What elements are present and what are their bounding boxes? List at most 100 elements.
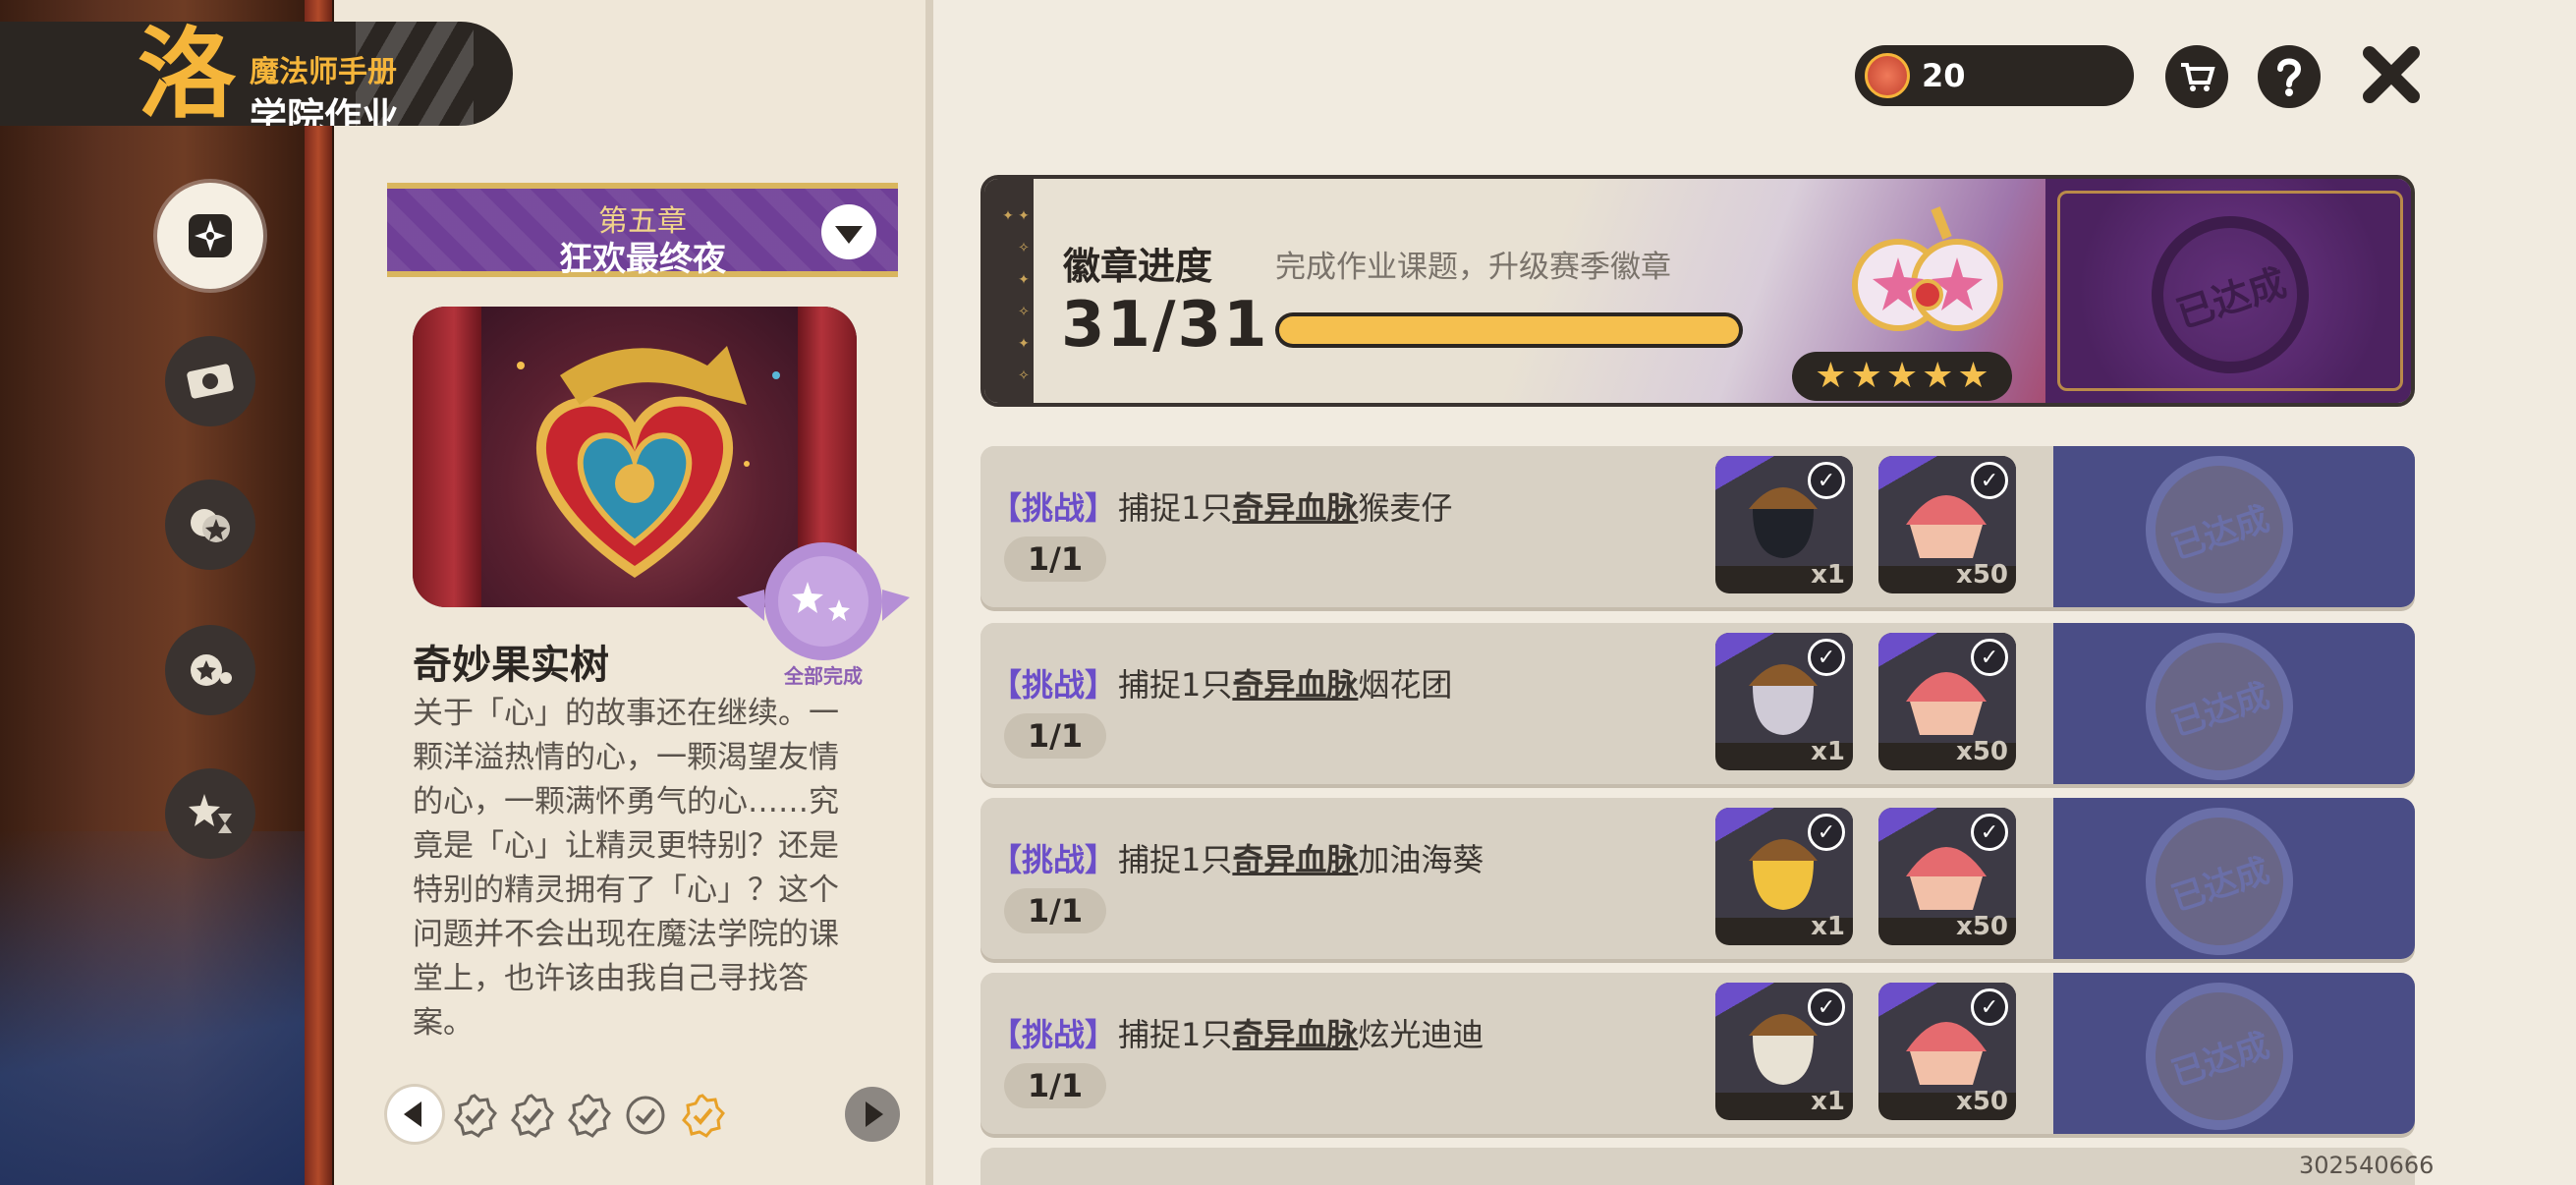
reward-item[interactable]: ✓ x50	[1878, 456, 2016, 593]
all-complete-seal: 全部完成	[735, 538, 912, 688]
page-dot-icon[interactable]	[452, 1093, 497, 1138]
skill-bubble-icon	[191, 654, 232, 686]
task-progress: 1/1	[1004, 536, 1106, 582]
next-page-button[interactable]	[845, 1087, 900, 1142]
reward-item[interactable]: ✓ x1	[1715, 456, 1853, 593]
star-hourglass-icon	[189, 794, 232, 833]
claimed-check-icon: ✓	[1808, 814, 1845, 851]
task-progress: 1/1	[1004, 888, 1106, 933]
reward-item[interactable]: ✓ x50	[1878, 983, 2016, 1120]
coin-icon	[1865, 53, 1910, 98]
chapter-selector[interactable]: 第五章 狂欢最终夜	[387, 183, 898, 279]
seal-badge-icon	[737, 542, 910, 660]
task-text: 捕捉1只奇异血脉加油海葵	[1118, 841, 1484, 878]
claimed-check-icon: ✓	[1971, 988, 2008, 1026]
sidebar-edge	[305, 0, 332, 1185]
badge-subtitle: 完成作业课题，升级赛季徽章	[1275, 250, 1671, 285]
page-dot-icon[interactable]	[509, 1093, 554, 1138]
claimed-check-icon: ✓	[1971, 462, 2008, 499]
reward-item[interactable]: ✓ x1	[1715, 808, 1853, 945]
shop-button[interactable]	[2165, 45, 2228, 108]
app-title-badge: 洛 魔法师手册 学院作业	[0, 22, 513, 126]
reward-item[interactable]: ✓ x50	[1878, 808, 2016, 945]
badge-reward-slot: 已达成	[2045, 179, 2411, 403]
cart-icon	[2181, 63, 2215, 91]
book-compass-icon	[189, 214, 232, 257]
badge-count: 31/31	[1061, 289, 1269, 362]
task-tag: 【挑战】	[990, 666, 1117, 704]
task-highlight: 奇异血脉	[1232, 489, 1359, 527]
item-description: 关于「心」的故事还在继续。一颗洋溢热情的心，一颗渴望友情的心，一颗满怀勇气的心……	[413, 696, 839, 1041]
reward-item[interactable]: ✓ x1	[1715, 633, 1853, 770]
reward-item[interactable]: ✓ x1	[1715, 983, 1853, 1120]
reward-qty: x1	[1811, 737, 1845, 766]
close-button[interactable]	[2356, 39, 2427, 110]
task-row: 【挑战】 捕捉1只奇异血脉加油海葵 1/1 ✓ x1 ✓ x50 已达成	[980, 798, 2415, 959]
sidebar-item-tickets[interactable]	[165, 336, 255, 426]
help-button[interactable]	[2258, 45, 2321, 108]
prev-page-button[interactable]	[387, 1087, 442, 1142]
app-subtitle: 魔法师手册	[250, 55, 397, 89]
close-icon	[2363, 46, 2420, 103]
task-highlight: 奇异血脉	[1232, 666, 1359, 704]
chapter-dropdown-button[interactable]	[821, 204, 876, 259]
task-text: 捕捉1只奇异血脉烟花团	[1118, 666, 1453, 704]
badge-progress-fill	[1279, 316, 1739, 344]
claimed-check-icon: ✓	[1808, 988, 1845, 1026]
task-row: 【挑战】 捕捉1只奇异血脉烟花团 1/1 ✓ x1 ✓ x50 已达成	[980, 623, 2415, 784]
claimed-check-icon: ✓	[1971, 814, 2008, 851]
chevron-right-icon	[866, 1101, 883, 1127]
currency-display[interactable]: 20	[1855, 45, 2134, 106]
panel-strip: ✦ ✧ ✦ ✧ ✦ ✧ ✦	[984, 179, 1034, 403]
sidebar-item-achievements[interactable]	[165, 768, 255, 859]
task-highlight: 奇异血脉	[1232, 1016, 1359, 1053]
page-dot-icon[interactable]	[623, 1093, 668, 1138]
sidebar-item-skills[interactable]	[165, 625, 255, 715]
page-dot-active-icon[interactable]	[680, 1093, 725, 1138]
currency-amount: 20	[1922, 57, 1966, 94]
task-tag: 【挑战】	[990, 1016, 1117, 1053]
task-row: 【挑战】 捕捉1只奇异血脉炫光迪迪 1/1 ✓ x1 ✓ x50 已达成	[980, 973, 2415, 1134]
task-text: 捕捉1只奇异血脉猴麦仔	[1118, 489, 1453, 527]
badge-stars: ★ ★ ★ ★ ★	[1792, 352, 2012, 401]
task-row: 【挑战】 捕捉1只奇异血脉猴麦仔 1/1 ✓ x1 ✓ x50 已达成	[980, 446, 2415, 607]
seal-label: 全部完成	[784, 664, 863, 688]
claimed-check-icon: ✓	[1808, 462, 1845, 499]
star-icon: ★	[1850, 356, 1882, 396]
chevron-left-icon	[404, 1101, 421, 1127]
task-tag: 【挑战】	[990, 841, 1117, 878]
star-icon: ★	[1815, 356, 1847, 396]
ticket-icon	[187, 364, 234, 399]
reward-qty: x50	[1956, 737, 2008, 766]
star-icon: ★	[1922, 356, 1954, 396]
item-name: 奇妙果实树	[413, 643, 609, 688]
task-progress: 1/1	[1004, 1063, 1106, 1108]
pager	[387, 1085, 902, 1144]
reward-qty: x50	[1956, 912, 2008, 941]
reward-qty: x50	[1956, 1087, 2008, 1116]
task-tag: 【挑战】	[990, 489, 1117, 527]
sidebar-item-spirits[interactable]	[165, 480, 255, 570]
question-icon	[2277, 58, 2302, 96]
reward-item[interactable]: ✓ x50	[1878, 633, 2016, 770]
task-row-partial	[980, 1148, 2415, 1185]
sidebar-background	[0, 0, 334, 1185]
reward-qty: x50	[1956, 560, 2008, 590]
sidebar-item-homework[interactable]	[157, 183, 263, 289]
page-dot-icon[interactable]	[566, 1093, 611, 1138]
task-text: 捕捉1只奇异血脉炫光迪迪	[1118, 1016, 1484, 1053]
badge-progress-bar	[1275, 312, 1743, 348]
badge-title: 徽章进度	[1063, 245, 1213, 288]
reward-qty: x1	[1811, 912, 1845, 941]
claimed-check-icon: ✓	[1971, 639, 2008, 676]
task-highlight: 奇异血脉	[1232, 841, 1359, 878]
reward-qty: x1	[1811, 560, 1845, 590]
spirit-star-icon	[191, 509, 230, 542]
watermark: 302540666	[2299, 1152, 2435, 1179]
task-progress: 1/1	[1004, 713, 1106, 759]
app-title: 学院作业	[250, 95, 400, 126]
reward-qty: x1	[1811, 1087, 1845, 1116]
chevron-down-icon	[835, 226, 863, 244]
logo-mark: 洛	[138, 22, 236, 126]
star-icon: ★	[1957, 356, 1989, 396]
